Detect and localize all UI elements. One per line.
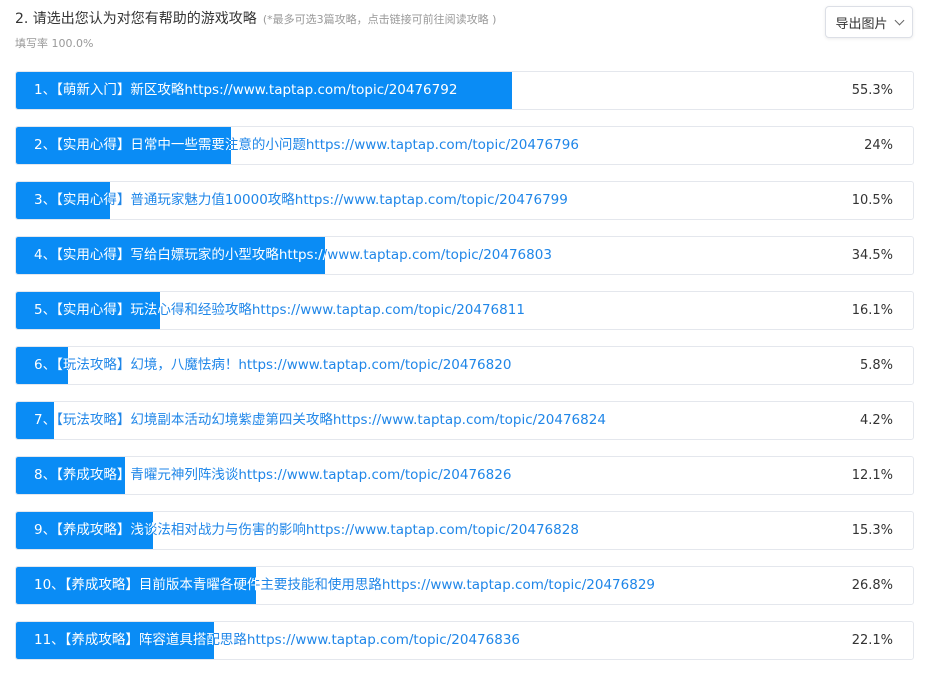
bar-label-9: 9、【养成攻略】浅谈法相对战力与伤害的影响https://www.taptap.… [34, 522, 153, 538]
option-row-8[interactable]: 8、【养成攻略】青曜元神列阵浅谈https://www.taptap.com/t… [15, 456, 914, 495]
bar-label-overlay-2: 2、【实用心得】日常中一些需要注意的小问题https://www.taptap.… [16, 127, 231, 164]
bar-label-overlay-6: 6、【玩法攻略】幻境，八魔怯病！https://www.taptap.com/t… [16, 347, 68, 384]
option-link-3[interactable]: 3、【实用心得】普通玩家魅力值10000攻略https://www.taptap… [34, 182, 568, 219]
bar-label-8: 8、【养成攻略】青曜元神列阵浅谈https://www.taptap.com/t… [34, 467, 125, 483]
bar-label-overlay-4: 4、【实用心得】写给白嫖玩家的小型攻略https://www.taptap.co… [16, 237, 325, 274]
option-row-9[interactable]: 9、【养成攻略】浅谈法相对战力与伤害的影响https://www.taptap.… [15, 511, 914, 550]
value-label-11: 22.1% [851, 633, 893, 648]
option-row-2[interactable]: 2、【实用心得】日常中一些需要注意的小问题https://www.taptap.… [15, 126, 914, 165]
option-row-5[interactable]: 5、【实用心得】玩法心得和经验攻略https://www.taptap.com/… [15, 291, 914, 330]
value-label-2: 24% [864, 138, 893, 153]
export-image-button[interactable]: 导出图片 [825, 6, 913, 38]
value-label-9: 15.3% [851, 523, 893, 538]
question-title: 2. 请选出您认为对您有帮助的游戏攻略 [15, 11, 257, 27]
value-label-3: 10.5% [851, 193, 893, 208]
bar-label-overlay-7: 7、【玩法攻略】幻境副本活动幻境紫虚第四关攻略https://www.tapta… [16, 402, 54, 439]
bar-label-10: 10、【养成攻略】目前版本青曜各硬件主要技能和使用思路https://www.t… [34, 577, 256, 593]
value-label-5: 16.1% [851, 303, 893, 318]
bar-label-2: 2、【实用心得】日常中一些需要注意的小问题https://www.taptap.… [34, 137, 231, 153]
question-header: 2. 请选出您认为对您有帮助的游戏攻略 (*最多可选3篇攻略，点击链接可前往阅读攻… [15, 8, 817, 28]
option-row-1[interactable]: 1、【萌新入门】新区攻略https://www.taptap.com/topic… [15, 71, 914, 110]
bar-label-4: 4、【实用心得】写给白嫖玩家的小型攻略https://www.taptap.co… [34, 247, 325, 263]
option-row-7[interactable]: 7、【玩法攻略】幻境副本活动幻境紫虚第四关攻略https://www.tapta… [15, 401, 914, 440]
bar-chart: 1、【萌新入门】新区攻略https://www.taptap.com/topic… [15, 71, 914, 676]
value-label-6: 5.8% [859, 358, 893, 373]
bar-label-overlay-9: 9、【养成攻略】浅谈法相对战力与伤害的影响https://www.taptap.… [16, 512, 153, 549]
option-row-3[interactable]: 3、【实用心得】普通玩家魅力值10000攻略https://www.taptap… [15, 181, 914, 220]
bar-label-11: 11、【养成攻略】阵容道具搭配思路https://www.taptap.com/… [34, 632, 214, 648]
bar-label-overlay-10: 10、【养成攻略】目前版本青曜各硬件主要技能和使用思路https://www.t… [16, 567, 256, 604]
option-row-6[interactable]: 6、【玩法攻略】幻境，八魔怯病！https://www.taptap.com/t… [15, 346, 914, 385]
value-label-10: 26.8% [851, 578, 893, 593]
bar-label-overlay-5: 5、【实用心得】玩法心得和经验攻略https://www.taptap.com/… [16, 292, 160, 329]
value-label-7: 4.2% [859, 413, 893, 428]
bar-label-7: 7、【玩法攻略】幻境副本活动幻境紫虚第四关攻略https://www.tapta… [34, 412, 54, 428]
bar-label-6: 6、【玩法攻略】幻境，八魔怯病！https://www.taptap.com/t… [34, 357, 68, 373]
question-note: (*最多可选3篇攻略，点击链接可前往阅读攻略 ) [262, 13, 497, 26]
export-image-label: 导出图片 [835, 16, 888, 32]
bar-label-overlay-1: 1、【萌新入门】新区攻略https://www.taptap.com/topic… [16, 72, 512, 109]
value-label-8: 12.1% [851, 468, 893, 483]
bar-label-5: 5、【实用心得】玩法心得和经验攻略https://www.taptap.com/… [34, 302, 160, 318]
bar-label-overlay-8: 8、【养成攻略】青曜元神列阵浅谈https://www.taptap.com/t… [16, 457, 125, 494]
chevron-down-icon [894, 15, 904, 25]
bar-label-3: 3、【实用心得】普通玩家魅力值10000攻略https://www.taptap… [34, 192, 110, 208]
option-row-11[interactable]: 11、【养成攻略】阵容道具搭配思路https://www.taptap.com/… [15, 621, 914, 660]
fill-rate: 填写率 100.0% [15, 37, 94, 50]
bar-label-overlay-3: 3、【实用心得】普通玩家魅力值10000攻略https://www.taptap… [16, 182, 110, 219]
option-link-7[interactable]: 7、【玩法攻略】幻境副本活动幻境紫虚第四关攻略https://www.tapta… [34, 402, 606, 439]
bar-label-overlay-11: 11、【养成攻略】阵容道具搭配思路https://www.taptap.com/… [16, 622, 214, 659]
option-link-6[interactable]: 6、【玩法攻略】幻境，八魔怯病！https://www.taptap.com/t… [34, 347, 511, 384]
bar-label-1: 1、【萌新入门】新区攻略https://www.taptap.com/topic… [34, 82, 458, 98]
value-label-4: 34.5% [851, 248, 893, 263]
option-row-10[interactable]: 10、【养成攻略】目前版本青曜各硬件主要技能和使用思路https://www.t… [15, 566, 914, 605]
option-row-4[interactable]: 4、【实用心得】写给白嫖玩家的小型攻略https://www.taptap.co… [15, 236, 914, 275]
value-label-1: 55.3% [851, 83, 893, 98]
